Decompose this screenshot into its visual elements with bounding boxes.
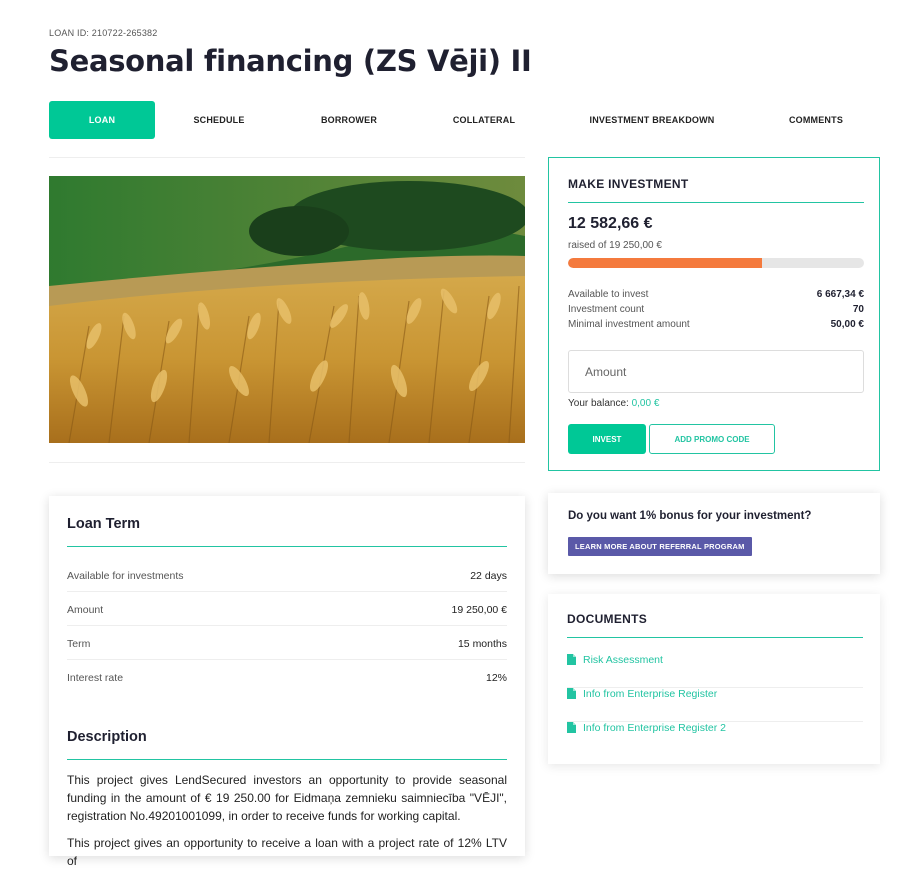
- term-row: Amount 19 250,00 €: [67, 592, 507, 626]
- make-investment-panel: MAKE INVESTMENT 12 582,66 € raised of 19…: [548, 157, 880, 471]
- divider: [568, 202, 864, 203]
- document-link[interactable]: Info from Enterprise Register: [567, 688, 863, 722]
- stat-minimal-investment: Minimal investment amount 50,00 €: [568, 319, 864, 330]
- document-icon: [567, 654, 576, 665]
- divider: [49, 157, 525, 158]
- term-value: 12%: [485, 672, 507, 684]
- term-row: Term 15 months: [67, 626, 507, 660]
- document-icon: [567, 722, 576, 733]
- balance-value: 0,00 €: [631, 398, 660, 409]
- raised-target: raised of 19 250,00 €: [568, 240, 662, 251]
- page-title: Seasonal financing (ZS Vēji) II: [49, 44, 532, 78]
- document-label: Risk Assessment: [583, 654, 663, 666]
- term-label: Available for investments: [67, 570, 184, 582]
- loan-id: LOAN ID: 210722-265382: [49, 28, 158, 38]
- term-row: Interest rate 12%: [67, 660, 507, 694]
- tab-schedule[interactable]: SCHEDULE: [169, 101, 269, 139]
- tab-borrower[interactable]: BORROWER: [299, 101, 399, 139]
- description-paragraph: This project gives LendSecured investors…: [67, 773, 507, 823]
- stat-label: Minimal investment amount: [568, 319, 690, 330]
- loan-image: [49, 176, 525, 443]
- referral-program-button[interactable]: LEARN MORE ABOUT REFERRAL PROGRAM: [568, 537, 752, 556]
- term-value: 15 months: [457, 638, 507, 650]
- divider: [67, 546, 507, 547]
- divider: [49, 462, 525, 463]
- divider: [567, 637, 863, 638]
- raised-amount: 12 582,66 €: [568, 215, 653, 232]
- loan-term-title: Loan Term: [67, 516, 141, 532]
- stat-value: 70: [852, 304, 864, 315]
- document-link[interactable]: Risk Assessment: [567, 654, 863, 688]
- balance-label: Your balance:: [568, 398, 629, 409]
- tab-loan[interactable]: LOAN: [49, 101, 155, 139]
- tab-comments[interactable]: COMMENTS: [769, 101, 863, 139]
- term-label: Term: [67, 638, 91, 650]
- document-link[interactable]: Info from Enterprise Register 2: [567, 722, 863, 756]
- term-value: 22 days: [470, 570, 507, 582]
- divider: [67, 759, 507, 760]
- documents-box: DOCUMENTS Risk Assessment Info from Ente…: [548, 594, 880, 764]
- stat-label: Available to invest: [568, 289, 649, 300]
- tab-bar: LOAN SCHEDULE BORROWER COLLATERAL INVEST…: [49, 101, 865, 139]
- stat-value: 6 667,34 €: [816, 289, 864, 300]
- stat-label: Investment count: [568, 304, 645, 315]
- funding-progress-bar: [568, 258, 864, 268]
- tab-investment-breakdown[interactable]: INVESTMENT BREAKDOWN: [579, 101, 725, 139]
- document-label: Info from Enterprise Register 2: [583, 722, 726, 734]
- description-title: Description: [67, 729, 147, 745]
- stat-available: Available to invest 6 667,34 €: [568, 289, 864, 300]
- add-promo-code-button[interactable]: ADD PROMO CODE: [649, 424, 775, 454]
- bonus-title: Do you want 1% bonus for your investment…: [568, 510, 812, 522]
- invest-button[interactable]: INVEST: [568, 424, 646, 454]
- term-label: Interest rate: [67, 672, 124, 684]
- amount-input[interactable]: [568, 350, 864, 393]
- document-icon: [567, 688, 576, 699]
- balance: Your balance: 0,00 €: [568, 398, 659, 409]
- stat-value: 50,00 €: [830, 319, 864, 330]
- stat-investment-count: Investment count 70: [568, 304, 864, 315]
- referral-bonus-box: Do you want 1% bonus for your investment…: [548, 493, 880, 574]
- term-row: Available for investments 22 days: [67, 558, 507, 592]
- panel-title: MAKE INVESTMENT: [568, 177, 689, 191]
- tab-collateral[interactable]: COLLATERAL: [434, 101, 534, 139]
- documents-title: DOCUMENTS: [567, 612, 648, 626]
- progress-fill: [568, 258, 762, 268]
- term-label: Amount: [67, 604, 104, 616]
- loan-term-card: Loan Term Available for investments 22 d…: [49, 496, 525, 868]
- term-value: 19 250,00 €: [451, 604, 507, 616]
- document-label: Info from Enterprise Register: [583, 688, 718, 700]
- description-paragraph: This project gives an opportunity to rec…: [67, 836, 507, 868]
